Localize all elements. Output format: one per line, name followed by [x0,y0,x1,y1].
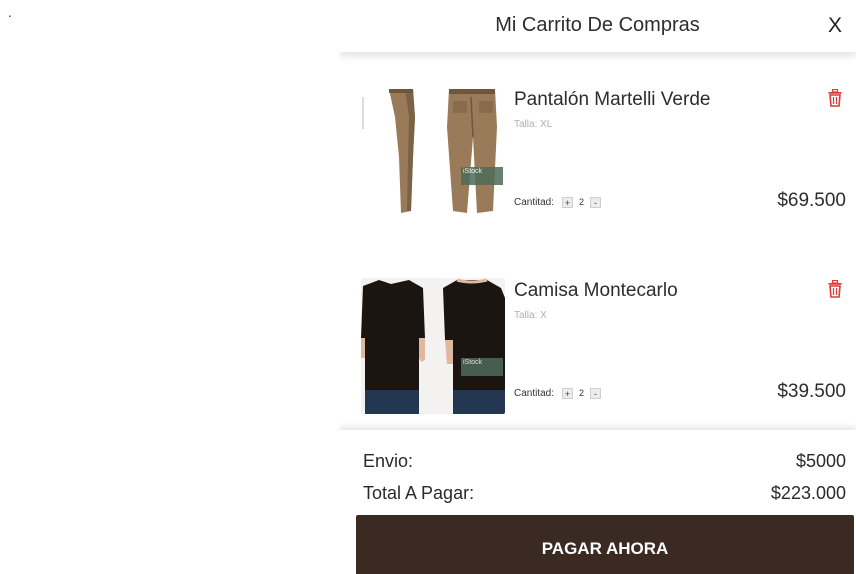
trash-icon[interactable] [828,89,842,107]
quantity-label: Cantitad: [514,196,555,208]
shipping-label: Envio: [363,451,414,471]
close-button[interactable]: X [828,14,842,38]
quantity-value: 2 [579,197,585,207]
pay-now-button[interactable]: PAGAR AHORA [356,515,854,574]
cart-summary: Envio: $5000 Total A Pagar: $223.000 PAG… [339,430,856,574]
stock-watermark: iStock [461,358,503,376]
item-price: $39.500 [777,381,846,402]
item-size: Talla: X [514,310,547,321]
quantity-decrease-button[interactable]: - [590,196,602,208]
quantity-stepper: Cantitad: + 2 - [514,195,602,209]
pants-photo: iStock [361,87,505,223]
quantity-value: 2 [579,388,585,398]
item-size: Talla: XL [514,119,553,130]
stock-watermark: iStock [461,167,503,185]
item-name: Pantalón Martelli Verde [514,89,711,110]
item-price: $69.500 [777,190,846,211]
quantity-increase-button[interactable]: + [562,387,574,399]
quantity-increase-button[interactable]: + [562,196,574,208]
cart-panel: Mi Carrito De Compras X iStock Pantalón … [339,0,856,574]
item-name: Camisa Montecarlo [514,280,678,301]
shipping-value: $5000 [795,451,846,471]
quantity-decrease-button[interactable]: - [590,387,602,399]
stray-mark: . [8,4,12,20]
cart-title: Mi Carrito De Compras [495,14,700,36]
trash-icon[interactable] [828,280,842,298]
quantity-stepper: Cantitad: + 2 - [514,386,602,400]
cart-header: Mi Carrito De Compras X [339,0,856,52]
cart-items-list: iStock Pantalón Martelli Verde Talla: XL… [339,52,856,430]
quantity-label: Cantitad: [514,387,555,399]
cart-item: iStock Pantalón Martelli Verde Talla: XL… [339,87,856,227]
total-label: Total A Pagar: [363,483,475,503]
cart-item: iStock Camisa Montecarlo Talla: X Cantit… [339,278,856,418]
total-value: $223.000 [770,483,846,503]
shirt-photo: iStock [361,278,505,414]
